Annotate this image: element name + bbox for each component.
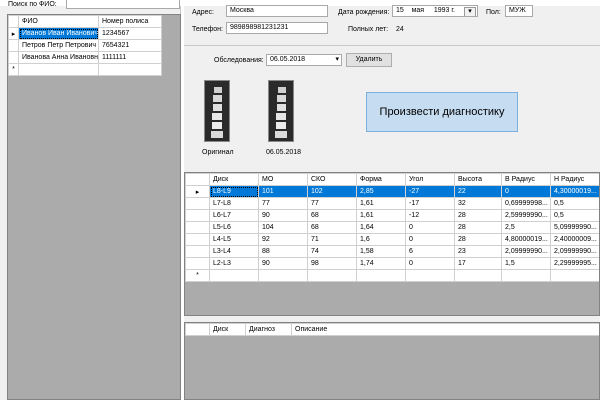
patient-name-cell[interactable]: Иванов Иван Иванович bbox=[18, 27, 99, 40]
exam-select[interactable]: 06.05.2018 ▾ bbox=[266, 54, 342, 66]
patient-name-cell[interactable]: Иванова Анна Ивановна bbox=[18, 51, 99, 64]
table-row[interactable]: L3-L4 88 74 1,58 6 23 2,09999990... 2,09… bbox=[185, 245, 599, 258]
col-header[interactable]: Диск bbox=[209, 173, 259, 186]
phone-label: Телефон: bbox=[192, 26, 223, 33]
table-row[interactable]: L5-L6 104 68 1,64 0 28 2,5 5,09999990... bbox=[185, 221, 599, 234]
birth-date-label: Дата рождения: bbox=[338, 9, 390, 16]
run-diagnostics-button[interactable]: Произвести диагностику bbox=[366, 92, 518, 132]
processed-xray-image[interactable] bbox=[268, 80, 294, 142]
original-xray-image[interactable] bbox=[204, 80, 230, 142]
col-header-fio[interactable]: ФИО bbox=[18, 15, 99, 28]
table-row[interactable]: Иванова Анна Ивановна 1111111 bbox=[8, 51, 162, 64]
age-label: Полных лет: bbox=[348, 26, 389, 33]
current-row-arrow-icon: ▸ bbox=[8, 27, 19, 40]
birth-month: мая bbox=[411, 7, 425, 14]
col-header[interactable]: Угол bbox=[405, 173, 455, 186]
phone-field[interactable]: 989898981231231 bbox=[226, 22, 328, 34]
diagnosis-grid: Диск Диагноз Описание bbox=[184, 322, 600, 400]
new-row[interactable]: * bbox=[185, 269, 599, 282]
col-header[interactable]: Диагноз bbox=[245, 323, 292, 336]
address-label: Адрес: bbox=[192, 9, 214, 16]
birth-date-picker[interactable]: 15 мая 1993 г. ▾ bbox=[392, 5, 478, 17]
birth-year: 1993 г. bbox=[433, 7, 455, 14]
table-row[interactable]: L6-L7 90 68 1,61 -12 28 2,59999990... 0,… bbox=[185, 209, 599, 222]
original-image-caption: Оригинал bbox=[202, 149, 234, 156]
col-header[interactable]: В Радиус bbox=[501, 173, 551, 186]
divider bbox=[184, 45, 600, 46]
row-header-corner bbox=[185, 173, 210, 186]
patient-policy-cell[interactable]: 7654321 bbox=[98, 39, 162, 52]
row-header-corner bbox=[185, 323, 210, 336]
current-row-arrow-icon: ▸ bbox=[185, 185, 210, 198]
col-header-policy[interactable]: Номер полиса bbox=[98, 15, 162, 28]
table-row[interactable]: L2-L3 90 98 1,74 0 17 1,5 2,29999995... bbox=[185, 257, 599, 270]
patients-grid: ФИО Номер полиса ▸ Иванов Иван Иванович … bbox=[7, 14, 181, 400]
delete-exam-button[interactable]: Удалить bbox=[346, 53, 392, 67]
table-row[interactable]: Петров Петр Петрович 7654321 bbox=[8, 39, 162, 52]
new-row-icon: * bbox=[185, 269, 210, 282]
exam-label: Обследования: bbox=[214, 57, 264, 64]
new-row-icon: * bbox=[8, 63, 19, 76]
col-header[interactable]: Описание bbox=[291, 323, 599, 336]
patient-policy-cell[interactable]: 1111111 bbox=[98, 51, 162, 64]
table-row[interactable]: ▸ L8-L9 101 102 2,85 -27 22 0 4,30000019… bbox=[185, 185, 599, 198]
col-header[interactable]: Диск bbox=[209, 323, 246, 336]
col-header[interactable]: Форма bbox=[356, 173, 406, 186]
search-label: Поиск по ФИО: bbox=[8, 1, 57, 8]
patient-name-cell[interactable]: Петров Петр Петрович bbox=[18, 39, 99, 52]
measurements-grid: Диск МО СКО Форма Угол Высота В Радиус Н… bbox=[184, 172, 600, 316]
patient-policy-cell[interactable]: 1234567 bbox=[98, 27, 162, 40]
table-row[interactable]: ▸ Иванов Иван Иванович 1234567 bbox=[8, 27, 162, 40]
age-value: 24 bbox=[396, 26, 404, 33]
col-header[interactable]: Высота bbox=[454, 173, 502, 186]
spine-xray-icon bbox=[205, 81, 229, 141]
col-header[interactable]: МО bbox=[258, 173, 308, 186]
table-row[interactable]: L7-L8 77 77 1,61 -17 32 0,69999998... 0,… bbox=[185, 197, 599, 210]
exam-selected-value: 06.05.2018 bbox=[270, 56, 306, 63]
new-row[interactable]: * bbox=[8, 63, 162, 76]
spine-xray-icon bbox=[269, 81, 293, 141]
processed-image-caption: 06.05.2018 bbox=[266, 149, 302, 156]
col-header[interactable]: Н Радиус bbox=[550, 173, 599, 186]
chevron-down-icon[interactable]: ▾ bbox=[335, 55, 339, 65]
calendar-dropdown-icon[interactable]: ▾ bbox=[464, 7, 476, 16]
gender-label: Пол: bbox=[486, 9, 501, 16]
gender-field[interactable]: МУЖ bbox=[505, 5, 533, 17]
search-input[interactable] bbox=[66, 0, 180, 9]
table-row[interactable]: L4-L5 92 71 1,6 0 28 4,80000019... 2,400… bbox=[185, 233, 599, 246]
col-header[interactable]: СКО bbox=[307, 173, 357, 186]
birth-day: 15 bbox=[396, 7, 404, 14]
row-header-corner bbox=[8, 15, 19, 28]
address-field[interactable]: Москва bbox=[226, 5, 328, 17]
